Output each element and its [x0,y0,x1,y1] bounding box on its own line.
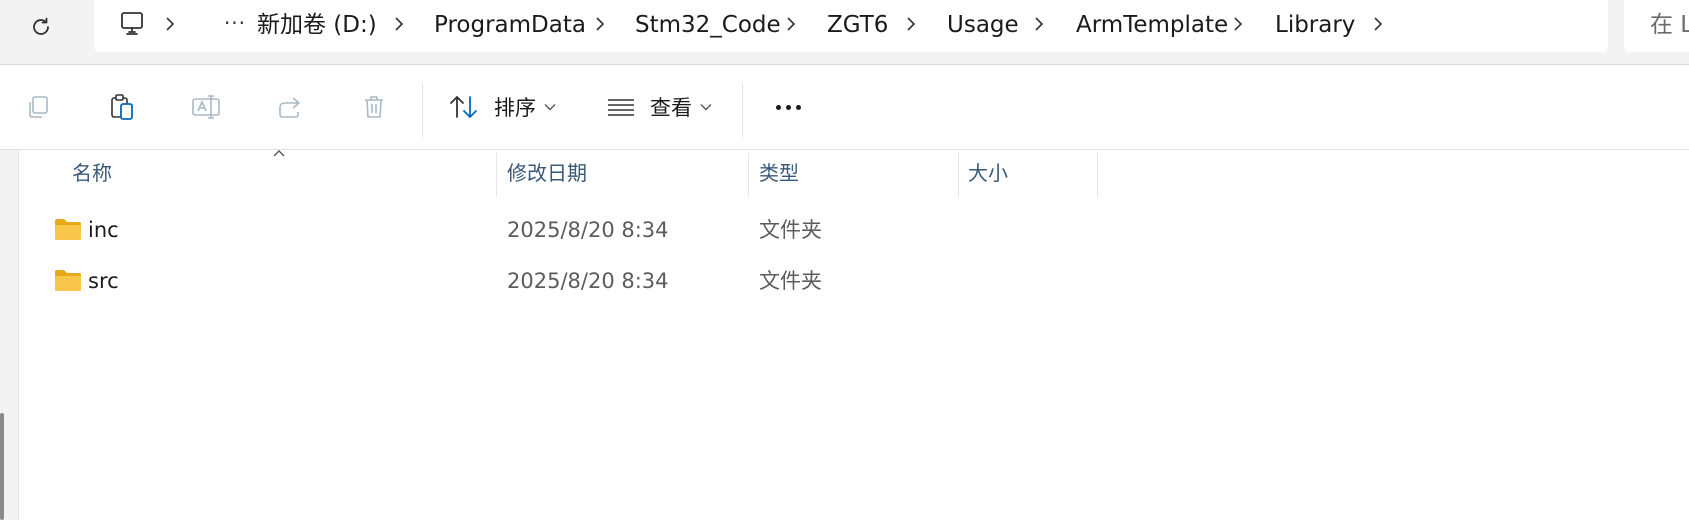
breadcrumb-armtemplate[interactable]: ArmTemplate [1076,8,1228,42]
more-options-button[interactable] [766,85,810,129]
breadcrumb-drive-d[interactable]: 新加卷 (D:) [257,8,377,42]
view-label: 查看 [650,96,692,120]
refresh-button[interactable] [24,10,58,44]
breadcrumb-programdata[interactable]: ProgramData [434,8,586,42]
view-menu-button[interactable]: 查看 [606,85,712,129]
sort-icon [450,96,477,118]
command-bar: 排序 查看 [0,65,1689,150]
sort-menu-button[interactable]: 排序 [448,85,556,129]
file-modified: 2025/8/20 8:34 [507,269,669,293]
delete-button[interactable] [352,85,396,129]
search-box[interactable]: 在 L [1624,0,1689,52]
breadcrumb-chevron-icon[interactable] [1370,10,1386,38]
breadcrumb-chevron-icon[interactable] [1230,10,1246,38]
navigation-pane-scrollbar[interactable] [0,413,4,520]
breadcrumb-chevron-icon[interactable] [903,10,919,38]
rename-button[interactable] [184,85,228,129]
copy-button[interactable] [16,85,60,129]
breadcrumb-chevron-icon[interactable] [1031,10,1047,38]
paste-icon [111,94,133,120]
search-placeholder: 在 L [1650,12,1689,38]
sort-ascending-caret-icon [273,150,285,157]
column-divider[interactable] [958,153,959,197]
file-type: 文件夹 [759,269,822,293]
breadcrumb-stm32-code[interactable]: Stm32_Code [635,8,781,42]
file-modified: 2025/8/20 8:34 [507,218,669,242]
this-pc-icon[interactable] [118,10,146,38]
breadcrumb-library[interactable]: Library [1275,8,1355,42]
paste-button[interactable] [100,85,144,129]
folder-icon [55,270,81,291]
file-name[interactable]: inc [88,205,119,255]
rename-icon [192,95,220,119]
toolbar-divider [422,83,423,137]
breadcrumb-chevron-icon[interactable] [592,10,608,38]
sort-label: 排序 [494,96,536,120]
view-list-icon [608,99,634,116]
address-bar[interactable]: ··· 新加卷 (D:) ProgramData Stm32_Code ZGT6… [94,0,1608,52]
column-divider[interactable] [496,153,497,197]
breadcrumb-overflow-button[interactable]: ··· [220,8,250,38]
column-header-size[interactable]: 大小 [968,150,1008,196]
share-icon [279,97,300,118]
refresh-icon [33,17,49,35]
file-row[interactable]: src 2025/8/20 8:34 文件夹 [36,256,1136,306]
column-divider[interactable] [1097,153,1098,197]
column-header-modified[interactable]: 修改日期 [507,150,587,196]
toolbar-divider [742,83,743,137]
breadcrumb-zgt6[interactable]: ZGT6 [827,8,888,42]
file-row[interactable]: inc 2025/8/20 8:34 文件夹 [36,205,1136,255]
share-button[interactable] [268,85,312,129]
breadcrumb-chevron-icon[interactable] [391,10,407,38]
address-row: ··· 新加卷 (D:) ProgramData Stm32_Code ZGT6… [0,0,1689,65]
chevron-down-icon [544,103,556,111]
breadcrumb-chevron-icon[interactable] [783,10,799,38]
more-icon [775,104,781,110]
column-header-type[interactable]: 类型 [759,150,799,196]
chevron-down-icon [700,103,712,111]
copy-icon [29,96,48,118]
folder-icon [55,219,81,240]
column-header-name[interactable]: 名称 [72,150,112,196]
file-type: 文件夹 [759,218,822,242]
column-divider[interactable] [748,153,749,197]
breadcrumb-chevron-icon[interactable] [162,10,178,38]
delete-icon [365,96,383,118]
file-name[interactable]: src [88,256,119,306]
breadcrumb-usage[interactable]: Usage [947,8,1019,42]
